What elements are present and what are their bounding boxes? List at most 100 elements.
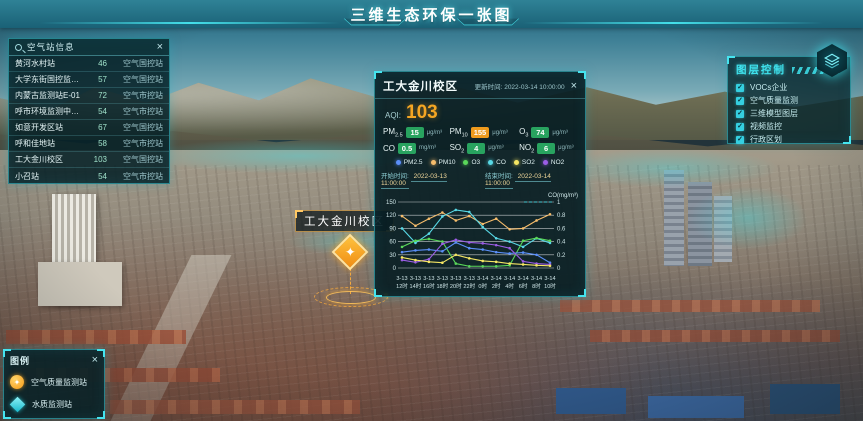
- svg-text:16时: 16时: [423, 282, 435, 290]
- station-name: 内蒙古监测站E-01: [15, 90, 83, 101]
- title-bar: 三维生态环保一张图: [0, 0, 863, 28]
- page-title: 三维生态环保一张图: [0, 4, 863, 25]
- pollutant-unit: mg/m³: [419, 145, 436, 151]
- layer-panel-title: 图层控制: [736, 62, 786, 77]
- station-row[interactable]: 呼和佳地站58空气市控站: [9, 136, 169, 152]
- svg-text:0时: 0时: [478, 282, 487, 290]
- station-aqi-value: 58: [87, 139, 107, 148]
- checkbox-checked-icon[interactable]: ✓: [736, 97, 744, 105]
- svg-text:3-13: 3-13: [464, 276, 475, 282]
- legend-entry[interactable]: O3: [463, 159, 480, 166]
- svg-text:30: 30: [389, 253, 396, 259]
- pollutant-trend-chart: 030609012015000.20.40.60.81CO(mg/m³)3-13…: [380, 190, 580, 296]
- svg-text:8时: 8时: [532, 282, 541, 290]
- update-time: 更新时间: 2022-03-14 10:00:00: [464, 81, 565, 91]
- building-tower-1: [664, 170, 684, 266]
- station-type: 空气国控站: [111, 154, 163, 165]
- station-aqi-value: 54: [87, 172, 107, 181]
- legend-entry[interactable]: SO2: [514, 159, 535, 166]
- station-row[interactable]: 小召站54空气市控站: [9, 168, 169, 184]
- legend-items: ✦空气质量监测站水质监测站: [4, 369, 104, 417]
- pollutant-metric: SO24μg/m³: [450, 143, 519, 155]
- station-row[interactable]: 黄河水村站46空气国控站: [9, 56, 169, 72]
- svg-text:14时: 14时: [410, 282, 422, 290]
- station-row[interactable]: 大学东街国控监测点 57 空气国控站: [9, 72, 169, 88]
- layer-checkbox-item[interactable]: ✓ VOCs企业: [736, 81, 842, 94]
- pollutant-name: NO2: [519, 143, 534, 155]
- pollutant-metric: PM2.515μg/m³: [383, 127, 450, 139]
- svg-text:0.2: 0.2: [557, 253, 566, 259]
- pollutant-unit: μg/m³: [488, 145, 503, 151]
- station-name: 工大金川校区: [15, 154, 83, 165]
- pollutant-unit: μg/m³: [492, 130, 507, 136]
- checkbox-checked-icon[interactable]: ✓: [736, 110, 744, 118]
- search-icon[interactable]: [15, 44, 22, 51]
- layer-list: ✓ VOCs企业 ✓ 空气质量监测✓三维模型图层✓视频监控✓行政区划: [728, 80, 850, 147]
- apartment-row-5: [590, 330, 840, 342]
- svg-text:120: 120: [386, 213, 397, 219]
- eco-map-app: 三维生态环保一张图 空气站信息 × 黄河水村站46空气国控站大学东街国控监测点5…: [0, 0, 863, 421]
- legend-dot: [543, 160, 548, 165]
- legend-entry[interactable]: NO2: [543, 159, 564, 166]
- legend-item-label: 空气质量监测站: [31, 377, 87, 388]
- layer-checkbox-item[interactable]: ✓视频监控: [736, 120, 842, 133]
- svg-text:22时: 22时: [463, 282, 475, 290]
- station-type: 空气国控站: [111, 74, 163, 85]
- station-list-panel: 空气站信息 × 黄河水村站46空气国控站大学东街国控监测点57空气国控站内蒙古监…: [8, 38, 170, 184]
- station-row[interactable]: 如意开发区站67空气国控站: [9, 120, 169, 136]
- apartment-row-1: [6, 330, 186, 344]
- checkbox-checked-icon[interactable]: ✓: [736, 136, 744, 144]
- legend-item: ✦空气质量监测站: [10, 371, 98, 393]
- station-type: 空气市控站: [111, 90, 163, 101]
- station-aqi-value: 46: [87, 59, 107, 68]
- svg-text:60: 60: [389, 240, 396, 246]
- svg-text:150: 150: [386, 200, 397, 206]
- aqi-row: AQI: 103: [375, 99, 585, 125]
- layer-label: VOCs企业: [750, 82, 787, 93]
- station-type: 空气市控站: [111, 138, 163, 149]
- legend-dot: [514, 160, 519, 165]
- popup-title: 工大金川校区: [383, 78, 458, 94]
- checkbox-checked-icon[interactable]: ✓: [736, 123, 744, 131]
- station-row[interactable]: 呼市环境监测中心站54空气市控站: [9, 104, 169, 120]
- pollutant-metric: CO0.5mg/m³: [383, 143, 450, 155]
- pollutant-metric: O374μg/m³: [519, 127, 577, 139]
- checkbox-checked-icon[interactable]: ✓: [736, 84, 744, 92]
- legend-dot: [488, 160, 493, 165]
- station-detail-popup: 工大金川校区 更新时间: 2022-03-14 10:00:00 × AQI: …: [374, 71, 586, 297]
- legend-entry[interactable]: PM2.5: [396, 159, 423, 166]
- close-icon[interactable]: ×: [157, 42, 163, 53]
- legend-label: NO2: [551, 159, 564, 166]
- pollutant-value-badge: 6: [537, 143, 555, 154]
- legend-entry[interactable]: CO: [488, 159, 506, 166]
- layer-checkbox-item[interactable]: ✓三维模型图层: [736, 107, 842, 120]
- station-name: 如意开发区站: [15, 122, 83, 133]
- popup-header: 工大金川校区 更新时间: 2022-03-14 10:00:00 ×: [375, 72, 585, 99]
- station-name: 大学东街国控监测点: [15, 74, 83, 85]
- svg-text:18时: 18时: [436, 282, 448, 290]
- layers-toggle-button[interactable]: [817, 44, 847, 77]
- close-icon[interactable]: ×: [571, 81, 577, 92]
- pollutant-value-badge: 15: [406, 127, 424, 138]
- svg-text:CO(mg/m³): CO(mg/m³): [548, 193, 578, 199]
- legend-label: SO2: [522, 159, 535, 166]
- layer-label: 空气质量监测: [750, 95, 798, 106]
- station-aqi-value: 57: [87, 75, 107, 84]
- legend-dot: [431, 160, 436, 165]
- marker-halo-inner: [326, 291, 376, 304]
- legend-entry[interactable]: PM10: [431, 159, 456, 166]
- layer-checkbox-item[interactable]: ✓行政区划: [736, 133, 842, 146]
- station-row[interactable]: 内蒙古监测站E-0172空气市控站: [9, 88, 169, 104]
- legend-title: 图例: [10, 354, 92, 367]
- station-type: 空气市控站: [111, 106, 163, 117]
- svg-text:20时: 20时: [450, 282, 462, 290]
- station-row[interactable]: 工大金川校区103空气国控站: [9, 152, 169, 168]
- start-time-label: 开始时间:: [381, 173, 409, 180]
- svg-text:0: 0: [557, 266, 561, 272]
- layer-checkbox-item[interactable]: ✓ 空气质量监测: [736, 94, 842, 107]
- svg-text:3-13: 3-13: [410, 276, 421, 282]
- legend-label: O3: [471, 159, 480, 166]
- warehouse-blue-1: [556, 388, 626, 414]
- legend-item-label: 水质监测站: [32, 399, 72, 410]
- aqi-label: AQI:: [385, 111, 401, 120]
